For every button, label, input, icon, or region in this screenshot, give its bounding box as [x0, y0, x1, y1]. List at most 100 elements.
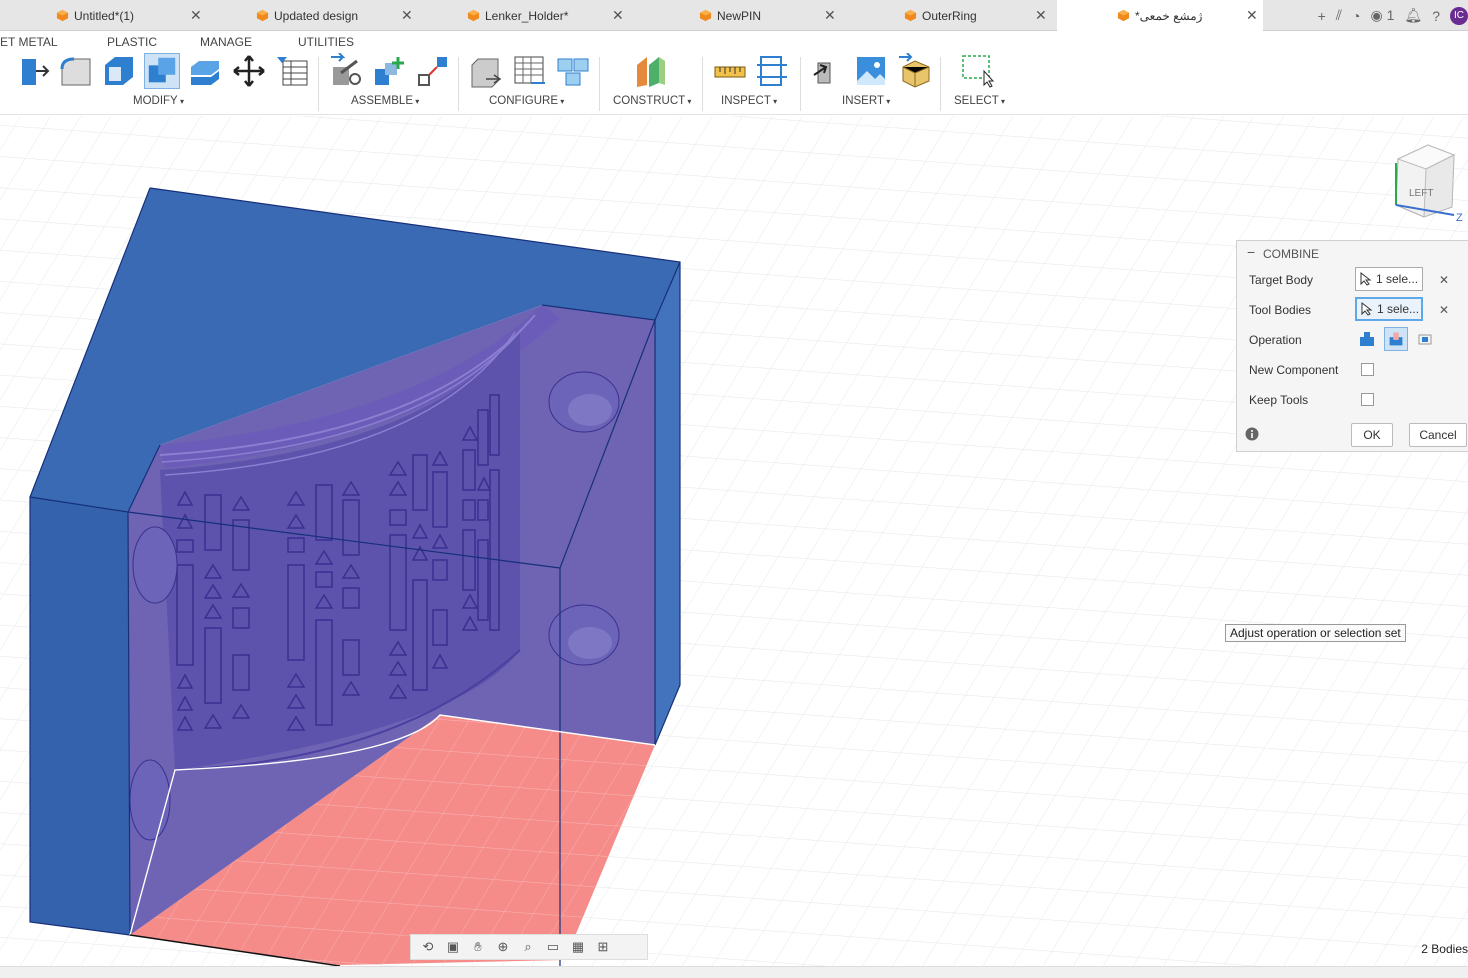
select-window-icon[interactable] [960, 53, 996, 89]
new-component-icon[interactable] [372, 53, 408, 89]
design-file-icon [467, 9, 480, 22]
viewports-icon[interactable]: ⊞ [592, 939, 614, 955]
assemble-menu[interactable]: ASSEMBLE [351, 95, 419, 107]
tab-untitled[interactable]: Untitled*(1) ✕ [56, 0, 206, 31]
new-component-checkbox[interactable] [1361, 363, 1374, 376]
target-body-label: Target Body [1249, 273, 1314, 287]
offset-plane-icon[interactable] [633, 53, 669, 89]
ribbon-tab-manage[interactable]: MANAGE [200, 35, 252, 49]
configuration-theme-icon[interactable] [555, 53, 591, 89]
press-pull-icon[interactable] [16, 53, 52, 89]
cancel-button[interactable]: Cancel [1409, 423, 1467, 447]
as-built-joint-icon[interactable] [415, 53, 451, 89]
orbit-icon[interactable]: ⟲ [417, 939, 439, 955]
viewcube-face-label: LEFT [1409, 188, 1433, 199]
close-icon[interactable]: ✕ [612, 7, 624, 24]
navigation-bar: ⟲ ▣ ✋︎ ⊕ ⌕ ▭ ▦ ⊞ [410, 934, 648, 960]
cursor-arrow-icon [1361, 302, 1373, 316]
keep-tools-checkbox[interactable] [1361, 393, 1374, 406]
zoom-window-icon[interactable]: ⌕ [517, 939, 539, 955]
pan-icon[interactable]: ✋︎ [467, 939, 489, 955]
extensions-icon[interactable]: ⫽ [1336, 7, 1342, 24]
cursor-arrow-icon [1360, 272, 1372, 286]
tool-bodies-selector[interactable]: 1 sele... [1355, 297, 1423, 321]
combine-dialog: − COMBINE Target Body 1 sele... ✕ Tool B… [1236, 240, 1468, 452]
modify-menu[interactable]: MODIFY [133, 95, 184, 107]
configure-menu[interactable]: CONFIGURE [489, 95, 564, 107]
design-file-icon [1117, 9, 1130, 22]
ribbon-tab-plastic[interactable]: PLASTIC [107, 35, 157, 49]
clear-target-icon[interactable]: ✕ [1439, 273, 1449, 287]
notifications-bell-icon[interactable]: 🔔︎ [1404, 7, 1422, 24]
insert-mesh-icon[interactable] [897, 53, 933, 89]
display-settings-icon[interactable]: ▭ [542, 939, 564, 955]
cut-operation-icon[interactable] [1384, 327, 1408, 351]
user-avatar[interactable]: IC [1450, 6, 1468, 25]
close-icon[interactable]: ✕ [401, 7, 413, 24]
tool-bodies-value: 1 sele... [1377, 302, 1420, 316]
grid-settings-icon[interactable]: ▦ [567, 939, 589, 955]
intersect-operation-icon[interactable] [1413, 327, 1437, 351]
job-count: 1 [1386, 7, 1395, 23]
zoom-icon[interactable]: ⊕ [492, 939, 514, 955]
new-component-label: New Component [1249, 363, 1339, 377]
ribbon-separator [800, 57, 801, 111]
toolbar-ribbon: ET METAL PLASTIC MANAGE UTILITIES MODIFY… [0, 31, 1468, 115]
construct-menu[interactable]: CONSTRUCT [613, 95, 691, 107]
tool-bodies-label: Tool Bodies [1249, 303, 1312, 317]
keep-tools-label: Keep Tools [1249, 393, 1309, 407]
close-icon[interactable]: ✕ [1246, 7, 1258, 24]
design-file-icon [56, 9, 69, 22]
interference-icon[interactable] [755, 53, 791, 89]
close-icon[interactable]: ✕ [1035, 7, 1047, 24]
ribbon-tab-utilities[interactable]: UTILITIES [298, 35, 354, 49]
change-parameters-icon[interactable] [275, 53, 311, 89]
new-tab-plus-icon[interactable]: + [1318, 8, 1326, 24]
help-icon[interactable]: ? [1432, 8, 1440, 24]
insert-derive-icon[interactable] [810, 53, 846, 89]
job-status-icon[interactable]: ◉ 1 [1371, 7, 1395, 24]
move-copy-icon[interactable] [231, 53, 267, 89]
new-joint-icon[interactable] [329, 53, 365, 89]
look-at-icon[interactable]: ▣ [442, 939, 464, 955]
tab-outerring[interactable]: OuterRing ✕ [904, 0, 1049, 31]
ribbon-separator [702, 57, 703, 111]
tab-updated-design[interactable]: Updated design ✕ [256, 0, 416, 31]
tab-label: NewPIN [717, 8, 762, 23]
close-icon[interactable]: ✕ [824, 7, 836, 24]
info-icon[interactable] [1245, 427, 1259, 441]
fillet-icon[interactable] [58, 53, 94, 89]
measure-icon[interactable] [712, 53, 748, 89]
insert-menu[interactable]: INSERT [842, 95, 890, 107]
tab-active-design[interactable]: *ژمشع خمعی ✕ [1057, 0, 1263, 31]
inspect-menu[interactable]: INSPECT [721, 95, 777, 107]
shell-icon[interactable] [101, 53, 137, 89]
ribbon-separator [940, 57, 941, 111]
select-menu[interactable]: SELECT [954, 95, 1005, 107]
combine-icon[interactable] [144, 53, 180, 89]
tab-lenker-holder[interactable]: Lenker_Holder* ✕ [467, 0, 627, 31]
design-file-icon [699, 9, 712, 22]
configure-table-icon[interactable] [468, 53, 504, 89]
bottom-bar [0, 966, 1468, 978]
offset-faces-icon[interactable] [187, 53, 223, 89]
ribbon-separator [458, 57, 459, 111]
clear-tools-icon[interactable]: ✕ [1439, 303, 1449, 317]
tab-label: Lenker_Holder* [485, 8, 569, 23]
target-body-selector[interactable]: 1 sele... [1355, 267, 1423, 291]
body-count-status: 2 Bodies [1421, 942, 1468, 956]
ribbon-separator [599, 57, 600, 111]
join-operation-icon[interactable] [1355, 327, 1379, 351]
ok-button[interactable]: OK [1351, 423, 1393, 447]
viewcube[interactable]: LEFT Z [1380, 141, 1468, 231]
online-status-icon[interactable]: ◔ [1352, 8, 1360, 24]
close-icon[interactable]: ✕ [190, 7, 202, 24]
document-tab-bar: Untitled*(1) ✕ Updated design ✕ Lenker_H… [0, 0, 1468, 31]
design-file-icon [256, 9, 269, 22]
axis-z-label: Z [1456, 212, 1463, 224]
ribbon-tab-sheet-metal[interactable]: ET METAL [0, 35, 58, 49]
tab-newpin[interactable]: NewPIN ✕ [699, 0, 839, 31]
collapse-icon[interactable]: − [1247, 244, 1255, 260]
configuration-rules-icon[interactable] [511, 53, 547, 89]
insert-canvas-icon[interactable] [853, 53, 889, 89]
